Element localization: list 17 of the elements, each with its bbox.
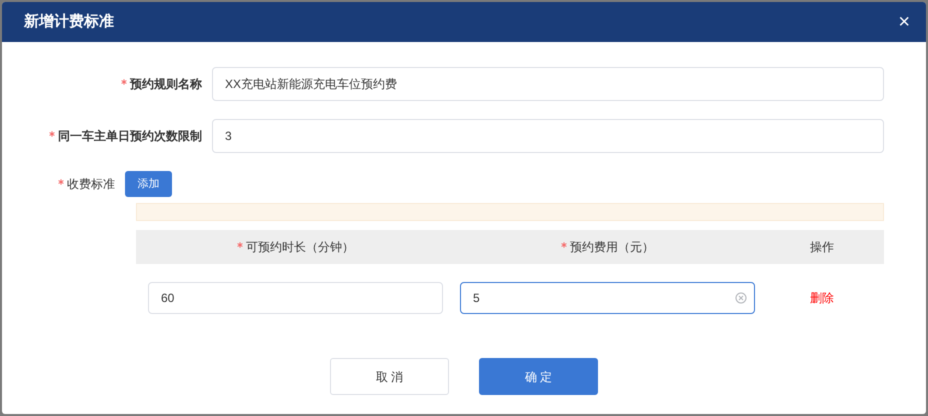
input-field[interactable]: 3: [212, 119, 884, 153]
field-label: 收费标准: [67, 176, 115, 193]
field-label: 预约规则名称: [130, 76, 202, 93]
delete-link[interactable]: 删除: [810, 289, 834, 307]
input-field[interactable]: 60: [148, 282, 443, 314]
column-header: 操作: [810, 239, 834, 256]
clear-icon[interactable]: [735, 292, 747, 304]
cancel-button[interactable]: 取 消: [330, 358, 449, 395]
column-header: 预约费用（元）: [570, 239, 654, 256]
add-button[interactable]: 添加: [125, 171, 172, 197]
input-field[interactable]: 5: [460, 282, 755, 314]
confirm-button[interactable]: 确 定: [479, 358, 598, 395]
input-field[interactable]: XX充电站新能源充电车位预约费: [212, 67, 884, 101]
dialog-title: 新增计费标准: [24, 12, 114, 32]
close-button[interactable]: ×: [898, 12, 910, 32]
field-label: 同一车主单日预约次数限制: [58, 128, 202, 145]
column-header: 可预约时长（分钟）: [246, 239, 354, 256]
